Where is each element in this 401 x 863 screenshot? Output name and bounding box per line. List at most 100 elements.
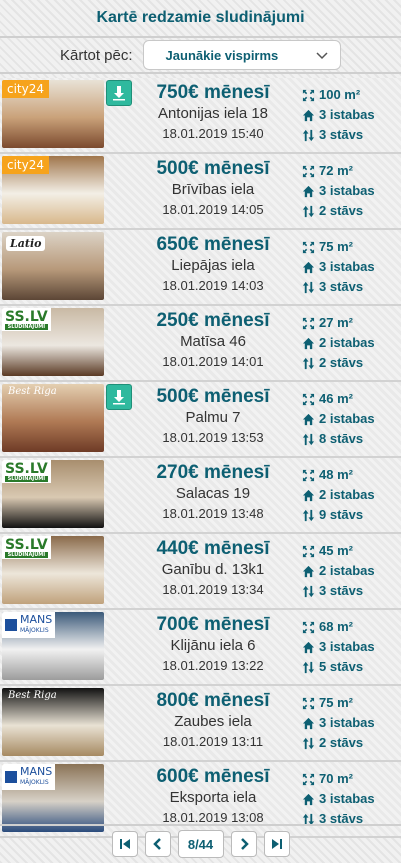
listing-price: 250€ mēnesī — [156, 310, 270, 331]
floor-value: 2 stāvs — [319, 355, 364, 370]
home-icon — [302, 185, 315, 197]
rooms-value: 3 istabas — [319, 183, 375, 198]
listing-thumbnail[interactable]: SS.LV SLUDINĀJUMI — [2, 536, 104, 604]
source-logo-text: SS.LV — [5, 537, 48, 553]
source-logo: Latio — [6, 236, 46, 251]
listing-date: 18.01.2019 13:11 — [162, 734, 264, 749]
listing-price: 440€ mēnesī — [156, 538, 270, 559]
spec-rooms: 3 istabas — [302, 257, 398, 277]
spec-area: 68 m² — [302, 617, 398, 637]
listing-thumbnail[interactable]: city24 — [2, 80, 104, 148]
spec-area: 75 m² — [302, 237, 398, 257]
favorite-badge[interactable] — [106, 384, 132, 410]
expand-arrows-icon — [302, 317, 315, 329]
spec-floor: 3 stāvs — [302, 277, 398, 297]
floor-value: 5 stāvs — [319, 659, 364, 674]
first-page-button[interactable] — [111, 831, 138, 857]
source-logo-subtext: MĀJOKLIS — [20, 779, 49, 786]
listing-item[interactable]: Best Riga 800€ mēnesī Zaubes iela 18.01.201… — [0, 686, 401, 762]
listing-specs: 100 m² 3 istabas 3 stāvs — [302, 85, 398, 145]
listing-thumbnail[interactable]: MANS MĀJOKLIS — [2, 612, 104, 680]
listing-thumbnail[interactable]: Best Riga — [2, 384, 104, 452]
listing-specs: 70 m² 3 istabas 3 stāvs — [302, 769, 398, 829]
listing-list: city24 750€ mēnesī Antonijas iela 18 18.01.… — [0, 78, 401, 838]
source-logo-text: city24 — [7, 158, 45, 172]
source-logo: SS.LV SLUDINĀJUMI — [2, 536, 51, 559]
home-icon — [302, 109, 315, 121]
rooms-value: 2 istabas — [319, 563, 375, 578]
page-title: Kartē redzamie sludinājumi — [96, 9, 305, 26]
rooms-value: 2 istabas — [319, 335, 375, 350]
listing-address: Zaubes iela — [174, 713, 252, 730]
listing-date: 18.01.2019 13:48 — [162, 506, 264, 521]
spec-rooms: 3 istabas — [302, 789, 398, 809]
area-value: 70 m² — [319, 771, 353, 786]
spec-floor: 3 stāvs — [302, 125, 398, 145]
expand-arrows-icon — [302, 773, 315, 785]
listing-item[interactable]: MANS MĀJOKLIS 700€ mēnesī Klijānu iela 6 18.… — [0, 610, 401, 686]
pagination: 8/44 — [0, 824, 401, 862]
listing-thumbnail[interactable]: SS.LV SLUDINĀJUMI — [2, 308, 104, 376]
listing-item[interactable]: SS.LV SLUDINĀJUMI 440€ mēnesī Ganību d. 13k… — [0, 534, 401, 610]
listing-item[interactable]: Best Riga 500€ mēnesī Palmu 7 18.01.2019 13… — [0, 382, 401, 458]
source-logo-subtext: MĀJOKLIS — [20, 627, 49, 634]
listing-thumbnail[interactable]: MANS MĀJOKLIS — [2, 764, 104, 832]
up-down-arrows-icon — [302, 509, 315, 521]
listing-item[interactable]: Latio 650€ mēnesī Liepājas iela 18.01.2019 … — [0, 230, 401, 306]
listing-price: 600€ mēnesī — [156, 766, 270, 787]
source-logo-subtext: SLUDINĀJUMI — [5, 324, 48, 330]
listing-date: 18.01.2019 14:03 — [162, 278, 264, 293]
listing-thumbnail[interactable]: Latio — [2, 232, 104, 300]
listing-price: 500€ mēnesī — [156, 158, 270, 179]
listing-info: 500€ mēnesī Brīvības iela 18.01.2019 14:05 — [133, 158, 293, 220]
home-icon — [302, 337, 315, 349]
listing-date: 18.01.2019 13:22 — [162, 658, 264, 673]
up-down-arrows-icon — [302, 661, 315, 673]
sort-bar: Kārtot pēc: Jaunākie vispirms — [0, 38, 401, 74]
rooms-value: 2 istabas — [319, 411, 375, 426]
listing-item[interactable]: city24 750€ mēnesī Antonijas iela 18 18.01.… — [0, 78, 401, 154]
up-down-arrows-icon — [302, 129, 315, 141]
download-arrow-icon — [113, 390, 125, 405]
listing-address: Klijānu iela 6 — [170, 637, 256, 654]
source-logo-text: Best Riga — [8, 386, 57, 397]
source-logo-text: Best Riga — [8, 690, 57, 701]
sort-selected-value: Jaunākie vispirms — [165, 47, 279, 63]
listing-specs: 45 m² 2 istabas 3 stāvs — [302, 541, 398, 601]
prev-page-button[interactable] — [144, 831, 171, 857]
favorite-badge[interactable] — [106, 80, 132, 106]
source-logo: Best Riga — [2, 688, 63, 703]
page-header: Kartē redzamie sludinājumi — [0, 0, 401, 38]
home-icon — [302, 641, 315, 653]
sort-select[interactable]: Jaunākie vispirms — [142, 40, 341, 70]
listing-info: 650€ mēnesī Liepājas iela 18.01.2019 14:03 — [133, 234, 293, 296]
listing-thumbnail[interactable]: SS.LV SLUDINĀJUMI — [2, 460, 104, 528]
up-down-arrows-icon — [302, 585, 315, 597]
home-icon — [302, 413, 315, 425]
listing-specs: 46 m² 2 istabas 8 stāvs — [302, 389, 398, 449]
listing-item[interactable]: city24 500€ mēnesī Brīvības iela 18.01.2019… — [0, 154, 401, 230]
last-page-icon — [271, 839, 282, 849]
expand-arrows-icon — [302, 697, 315, 709]
spec-rooms: 2 istabas — [302, 333, 398, 353]
spec-floor: 9 stāvs — [302, 505, 398, 525]
source-logo: SS.LV SLUDINĀJUMI — [2, 308, 51, 331]
listing-item[interactable]: SS.LV SLUDINĀJUMI 270€ mēnesī Salacas 19 18.… — [0, 458, 401, 534]
source-logo: city24 — [2, 80, 50, 98]
listing-thumbnail[interactable]: city24 — [2, 156, 104, 224]
chevron-right-icon — [240, 838, 249, 850]
up-down-arrows-icon — [302, 205, 315, 217]
last-page-button[interactable] — [263, 831, 290, 857]
listing-thumbnail[interactable]: Best Riga — [2, 688, 104, 756]
expand-arrows-icon — [302, 545, 315, 557]
listing-price: 750€ mēnesī — [156, 82, 270, 103]
listing-info: 270€ mēnesī Salacas 19 18.01.2019 13:48 — [133, 462, 293, 524]
home-icon — [302, 717, 315, 729]
floor-value: 9 stāvs — [319, 507, 364, 522]
listing-info: 250€ mēnesī Matīsa 46 18.01.2019 14:01 — [133, 310, 293, 372]
listing-info: 500€ mēnesī Palmu 7 18.01.2019 13:53 — [133, 386, 293, 448]
spec-area: 100 m² — [302, 85, 398, 105]
next-page-button[interactable] — [230, 831, 257, 857]
listing-address: Ganību d. 13k1 — [161, 561, 265, 578]
listing-item[interactable]: SS.LV SLUDINĀJUMI 250€ mēnesī Matīsa 46 18.0… — [0, 306, 401, 382]
